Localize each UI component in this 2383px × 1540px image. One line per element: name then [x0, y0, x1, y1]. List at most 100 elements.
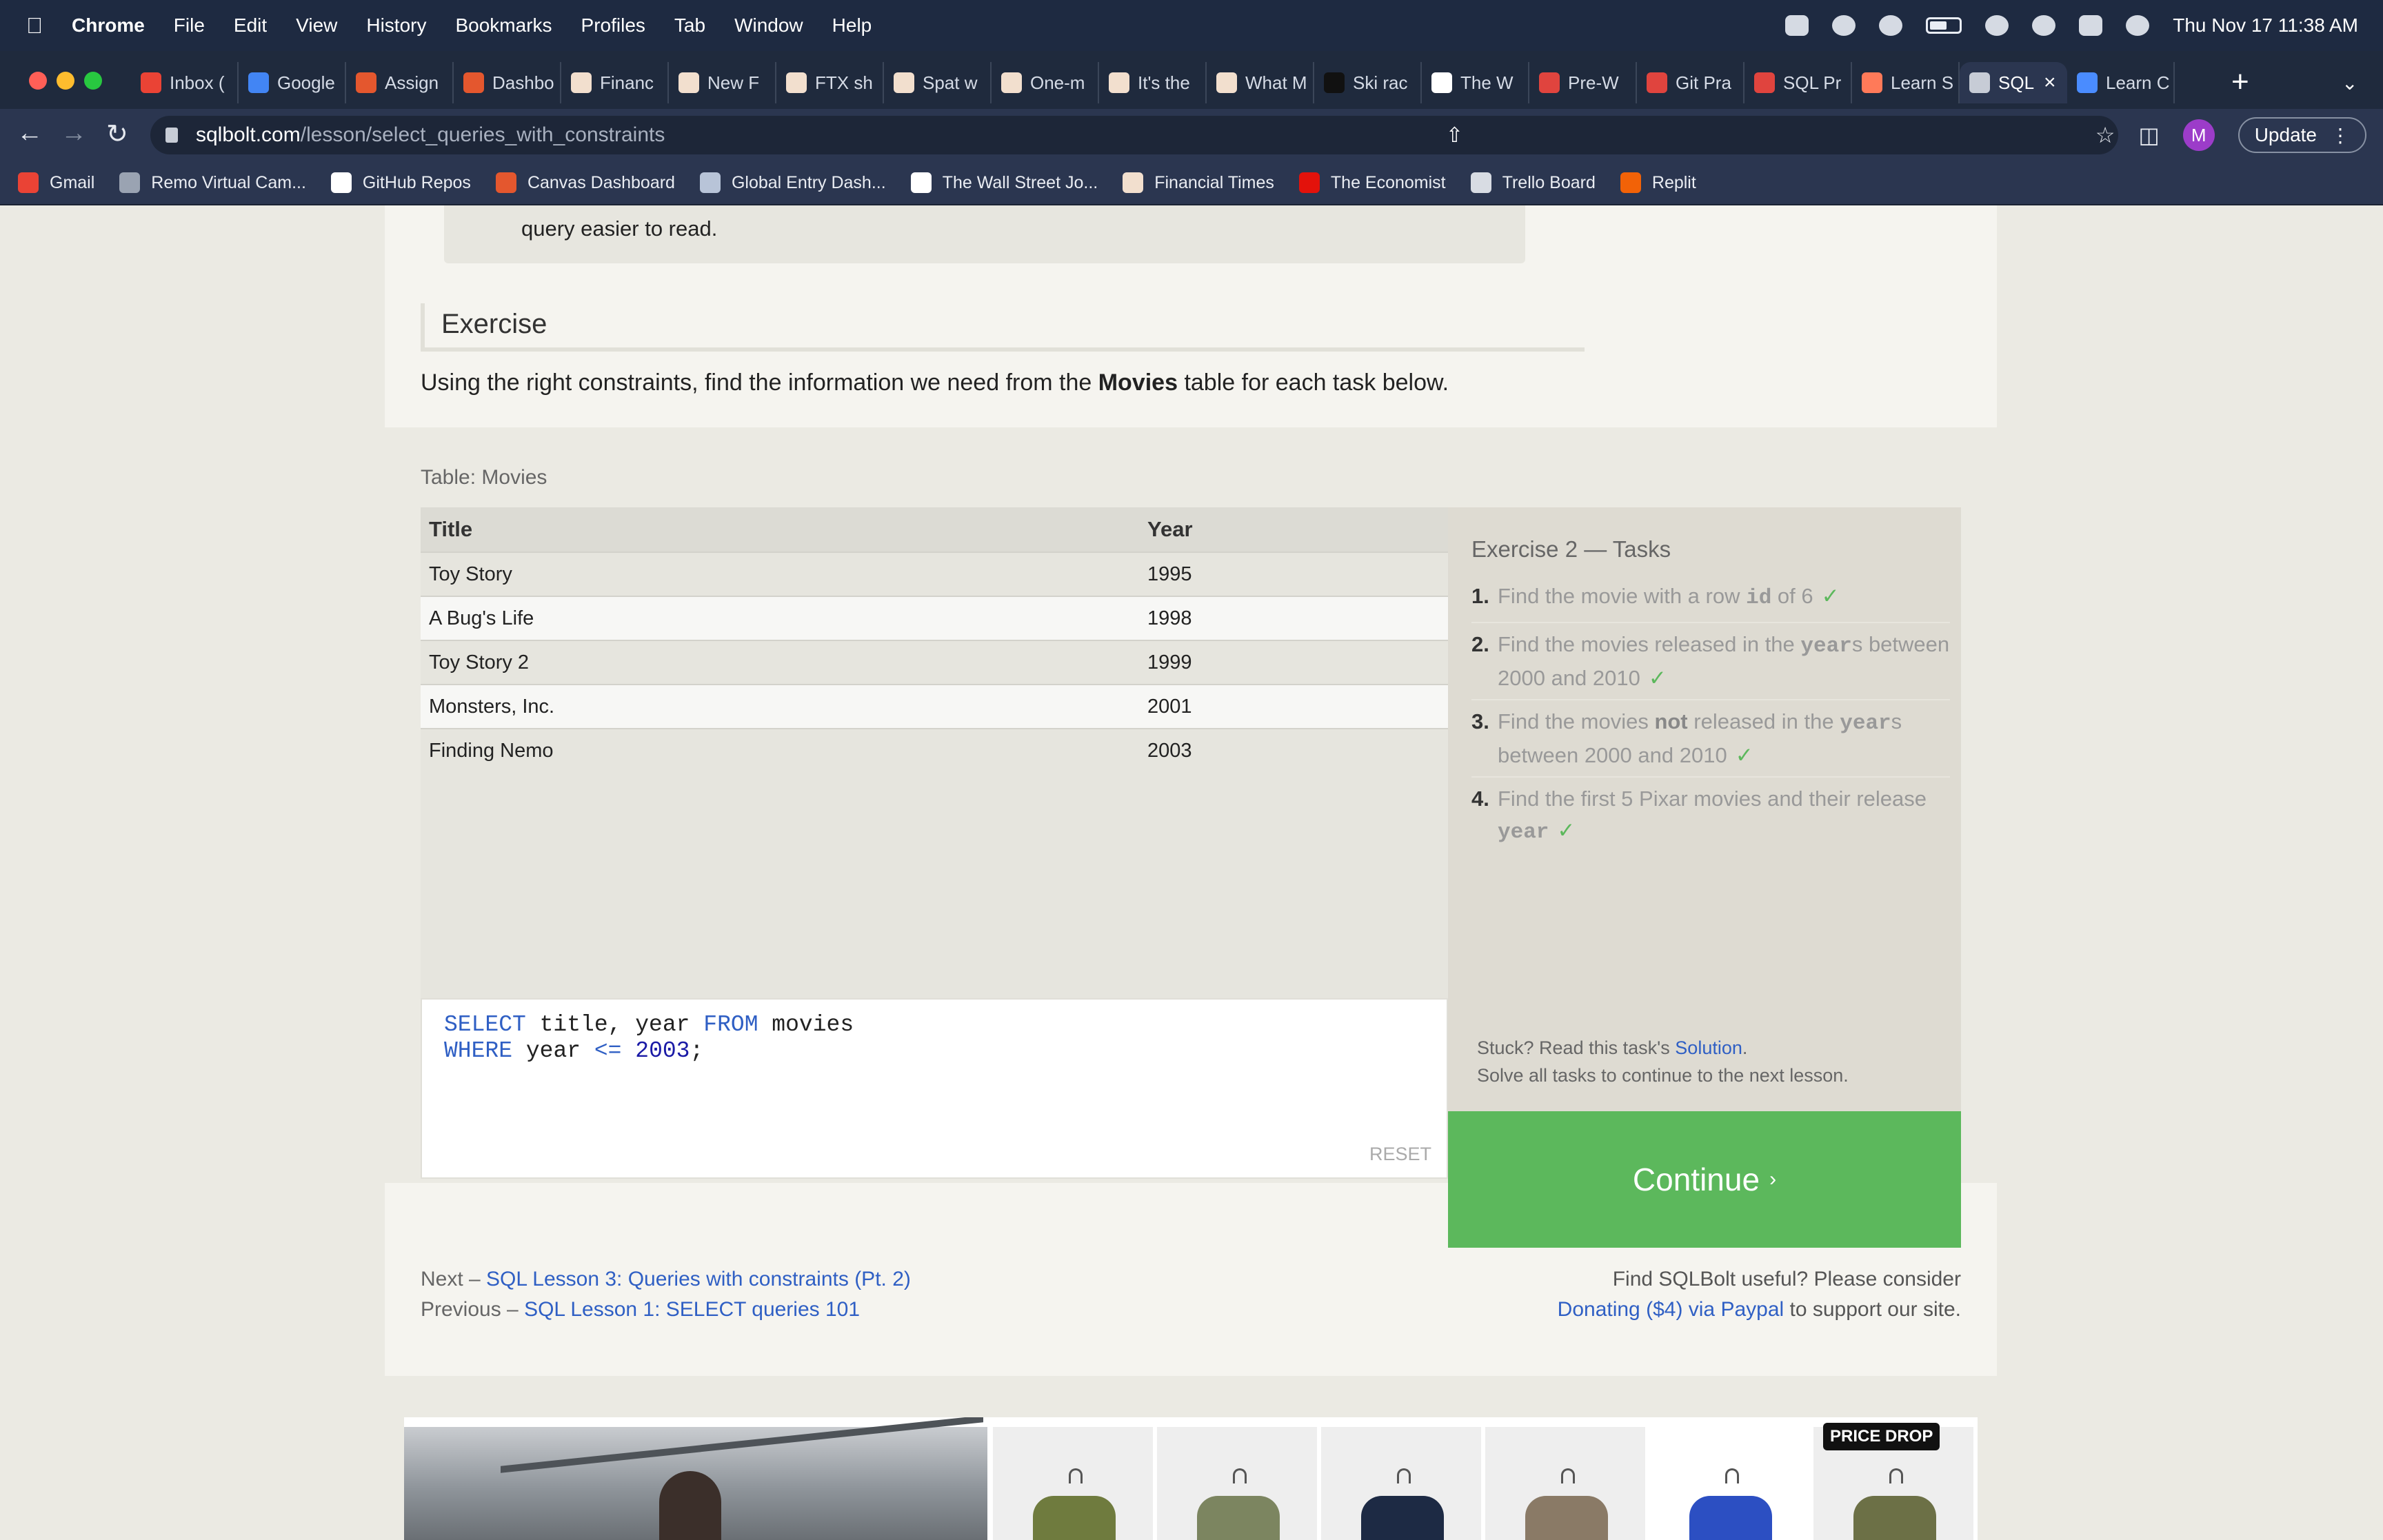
- bookmark-item[interactable]: Gmail: [18, 172, 94, 193]
- tab-title: Pre-W: [1568, 72, 1619, 93]
- ad-product-tile[interactable]: [1482, 1427, 1645, 1540]
- tab-title: SQL: [1998, 72, 2035, 93]
- column-header-title: Title: [429, 517, 473, 541]
- back-arrow-icon[interactable]: ←: [17, 119, 43, 148]
- browser-tab[interactable]: Pre-W: [1529, 62, 1637, 103]
- wifi-icon[interactable]: [1985, 15, 2009, 36]
- tab-list: Inbox (Google Assign Dashbo Financ New F FTX …: [131, 62, 2175, 109]
- update-button[interactable]: Update ⋮: [2238, 117, 2366, 153]
- sql-text: movies: [758, 1012, 854, 1037]
- solution-link[interactable]: Solution: [1675, 1037, 1742, 1058]
- browser-tab[interactable]: What M: [1207, 62, 1314, 103]
- economist-icon: [1298, 172, 1320, 193]
- column-header-year: Year: [1147, 517, 1193, 541]
- side-panel-icon[interactable]: ◫: [2138, 122, 2159, 148]
- ad-product-tile[interactable]: [990, 1427, 1153, 1540]
- table-row: Finding Nemo 2003: [421, 728, 1448, 772]
- ad-photo[interactable]: [404, 1417, 987, 1540]
- task-text: Find the movies: [1498, 709, 1655, 733]
- ad-product-tile[interactable]: [1647, 1427, 1809, 1540]
- task-item: 1. Find the movie with a row id of 6 ✓: [1471, 580, 1950, 623]
- browser-tab[interactable]: Financ: [561, 62, 669, 103]
- browser-tab[interactable]: Learn S: [1852, 62, 1960, 103]
- continue-button[interactable]: Continue ›: [1448, 1111, 1961, 1248]
- bookmark-item[interactable]: Global Entry Dash...: [699, 172, 886, 193]
- bookmark-item[interactable]: Financial Times: [1123, 172, 1274, 193]
- advertisement-banner[interactable]: PRICE DROP: [404, 1417, 1978, 1540]
- battery-icon[interactable]: [1926, 17, 1962, 34]
- ad-product-tile[interactable]: [1318, 1427, 1481, 1540]
- tab-search-chevron-icon[interactable]: ⌄: [2342, 72, 2357, 94]
- close-window-button[interactable]: [29, 72, 47, 90]
- reset-button[interactable]: RESET: [1369, 1144, 1431, 1165]
- browser-tab[interactable]: SQL ×: [1960, 62, 2067, 103]
- previous-lesson-link[interactable]: SQL Lesson 1: SELECT queries 101: [524, 1298, 860, 1321]
- tab-title: The W: [1460, 72, 1514, 93]
- browser-tab[interactable]: FTX sh: [776, 62, 884, 103]
- menu-help[interactable]: Help: [832, 14, 872, 37]
- menu-window[interactable]: Window: [734, 14, 803, 37]
- browser-tab[interactable]: One-m: [992, 62, 1099, 103]
- minimize-window-button[interactable]: [57, 72, 74, 90]
- browser-tab[interactable]: New F: [669, 62, 776, 103]
- apple-menu-icon[interactable]: : [26, 13, 54, 39]
- bookmark-label: Replit: [1651, 172, 1696, 192]
- bookmark-label: The Economist: [1330, 172, 1446, 192]
- share-icon[interactable]: ⇧: [1446, 123, 1463, 148]
- address-bar[interactable]: sqlbolt.com/lesson/select_queries_with_c…: [150, 116, 2118, 154]
- zoom-icon[interactable]: [1785, 15, 1809, 36]
- bookmark-item[interactable]: The Economist: [1298, 172, 1446, 193]
- forward-arrow-icon[interactable]: →: [61, 119, 87, 148]
- menu-bar-clock[interactable]: Thu Nov 17 11:38 AM: [2173, 14, 2358, 37]
- bookmark-item[interactable]: Canvas Dashboard: [495, 172, 675, 193]
- fullscreen-window-button[interactable]: [84, 72, 102, 90]
- profile-avatar[interactable]: M: [2182, 119, 2215, 151]
- menu-view[interactable]: View: [296, 14, 337, 37]
- new-tab-button[interactable]: +: [2231, 65, 2249, 99]
- code-line-2[interactable]: WHERE year <= 2003;: [444, 1038, 703, 1064]
- spotlight-search-icon[interactable]: [2032, 15, 2056, 36]
- lesson-content: query easier to read. Exercise Using the…: [385, 205, 1997, 1376]
- sql-query-editor[interactable]: SELECT title, year FROM movies WHERE yea…: [421, 998, 1448, 1179]
- reload-icon[interactable]: ↻: [106, 119, 128, 150]
- play-status-icon[interactable]: [1879, 15, 1903, 36]
- menu-profiles[interactable]: Profiles: [581, 14, 645, 37]
- menu-app-chrome[interactable]: Chrome: [72, 14, 145, 37]
- menu-history[interactable]: History: [366, 14, 426, 37]
- browser-tab[interactable]: Google: [239, 62, 346, 103]
- browser-tab[interactable]: The W: [1422, 62, 1529, 103]
- next-lesson-link[interactable]: SQL Lesson 3: Queries with constraints (…: [486, 1268, 911, 1290]
- browser-tab[interactable]: Git Pra: [1637, 62, 1744, 103]
- menu-file[interactable]: File: [174, 14, 205, 37]
- control-center-icon[interactable]: [2079, 15, 2103, 36]
- lock-icon[interactable]: [165, 128, 178, 143]
- browser-tab[interactable]: It's the: [1099, 62, 1207, 103]
- bookmark-star-icon[interactable]: ☆: [2095, 122, 2115, 148]
- url-domain: sqlbolt.com: [196, 123, 301, 146]
- browser-tab[interactable]: Spat w: [884, 62, 992, 103]
- bookmark-item[interactable]: GitHub Repos: [330, 172, 471, 193]
- browser-tab[interactable]: Inbox (: [131, 62, 239, 103]
- bookmark-item[interactable]: Remo Virtual Cam...: [119, 172, 306, 193]
- bookmark-item[interactable]: Replit: [1620, 172, 1696, 193]
- browser-tab[interactable]: Learn C: [2067, 62, 2175, 103]
- browser-tab[interactable]: Assign: [346, 62, 454, 103]
- siri-icon[interactable]: [2126, 15, 2150, 36]
- browser-tab[interactable]: SQL Pr: [1744, 62, 1852, 103]
- menu-tab[interactable]: Tab: [674, 14, 705, 37]
- wsj-icon: [910, 172, 932, 193]
- bookmark-item[interactable]: The Wall Street Jo...: [910, 172, 1098, 193]
- ad-product-tile[interactable]: [1154, 1427, 1317, 1540]
- close-tab-icon[interactable]: ×: [2044, 71, 2056, 94]
- browser-tab[interactable]: Ski rac: [1314, 62, 1422, 103]
- table-row: Toy Story 2 1999: [421, 640, 1448, 684]
- checkmark-status-icon[interactable]: [1832, 15, 1856, 36]
- tab-title: What M: [1245, 72, 1307, 93]
- bookmark-item[interactable]: Trello Board: [1470, 172, 1596, 193]
- menu-bookmarks[interactable]: Bookmarks: [455, 14, 552, 37]
- donate-link[interactable]: Donating ($4) via Paypal: [1558, 1298, 1784, 1321]
- gmail-icon: [18, 172, 39, 193]
- menu-edit[interactable]: Edit: [234, 14, 267, 37]
- browser-tab[interactable]: Dashbo: [454, 62, 561, 103]
- code-line-1[interactable]: SELECT title, year FROM movies: [444, 1012, 854, 1037]
